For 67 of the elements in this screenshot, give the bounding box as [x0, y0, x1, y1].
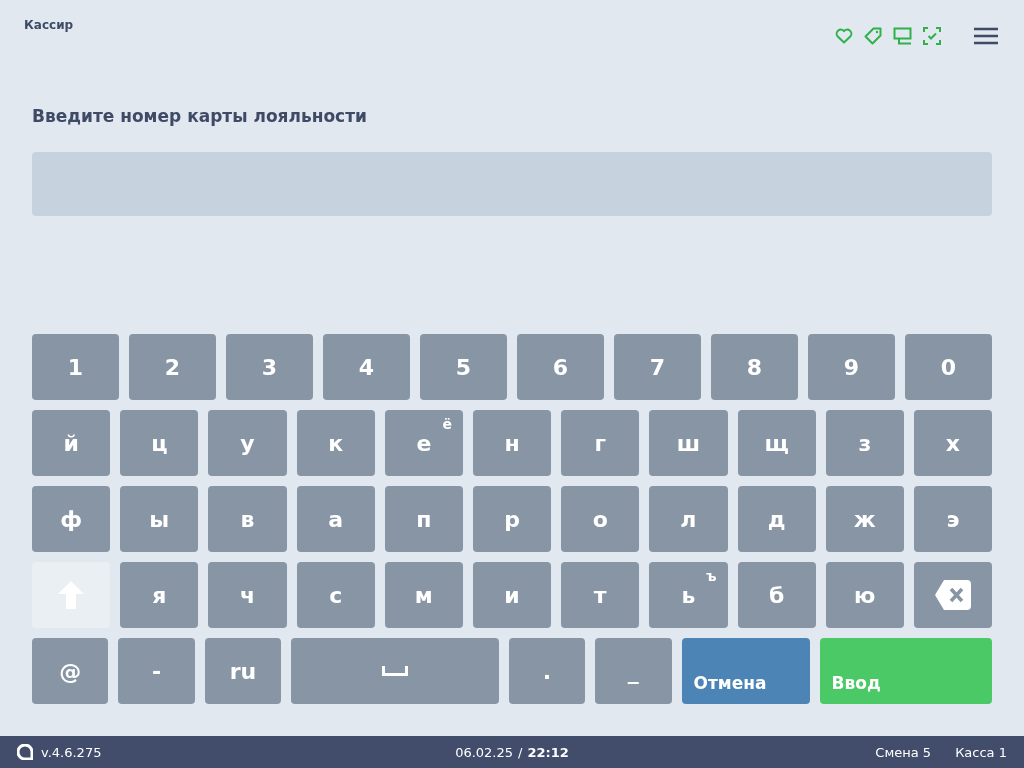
key-button[interactable]: п [384, 486, 463, 552]
heart-icon[interactable] [835, 28, 853, 44]
version-text: v.4.6.275 [41, 744, 102, 760]
prompt-text: Введите номер карты лояльности [32, 105, 368, 127]
key-button[interactable]: 0 [905, 334, 992, 400]
key-button[interactable]: ы [120, 486, 199, 552]
key-button[interactable]: с [296, 562, 375, 628]
key-button[interactable]: а [296, 486, 375, 552]
key-button[interactable]: щ [737, 410, 816, 476]
key-button[interactable]: н [472, 410, 552, 476]
separator-text: / [518, 744, 523, 760]
key-button[interactable]: 7 [614, 334, 701, 400]
key-button[interactable]: л [649, 486, 728, 552]
monitor-icon[interactable] [893, 27, 912, 45]
key-button[interactable]: 8 [711, 334, 798, 400]
space-icon [381, 666, 408, 676]
key-button[interactable]: - [118, 638, 195, 704]
enter-button[interactable]: Ввод [819, 638, 992, 704]
key-button[interactable]: ю [825, 562, 904, 628]
key-button[interactable]: 3 [226, 334, 313, 400]
key-button[interactable]: г [561, 410, 640, 476]
key-button[interactable]: ц [120, 410, 199, 476]
key-button[interactable]: э [913, 486, 993, 552]
key-button[interactable]: ru [204, 638, 282, 704]
key-button[interactable]: 5 [420, 334, 507, 400]
key-button[interactable]: 9 [808, 334, 895, 400]
key-button[interactable]: у [208, 410, 287, 476]
key-button[interactable]: т [561, 562, 640, 628]
scan-check-icon[interactable] [923, 27, 941, 45]
backspace-icon [933, 579, 972, 611]
key-button[interactable]: е ё [384, 410, 463, 476]
key-button[interactable]: 6 [517, 334, 604, 400]
key-button[interactable]: и [472, 562, 552, 628]
backspace-button[interactable] [913, 562, 993, 628]
register-text: Касса 1 [955, 744, 1007, 760]
key-button[interactable]: й [32, 410, 111, 476]
key-button[interactable]: к [296, 410, 375, 476]
key-button[interactable]: ф [32, 486, 111, 552]
key-button[interactable]: ь ъ [649, 562, 728, 628]
shift-text: Смена 5 [875, 744, 932, 760]
time-text: 22:12 [527, 744, 569, 760]
key-button[interactable]: з [825, 410, 904, 476]
date-text: 06.02.25 [455, 744, 514, 760]
key-button[interactable]: ш [649, 410, 728, 476]
key-button[interactable]: б [737, 562, 816, 628]
key-button[interactable]: _ [595, 638, 672, 704]
key-button[interactable]: @ [32, 638, 109, 704]
key-button[interactable]: 2 [129, 334, 216, 400]
key-button[interactable]: я [120, 562, 199, 628]
key-button[interactable]: ч [208, 562, 287, 628]
shift-button[interactable] [32, 562, 111, 628]
tag-icon[interactable] [864, 27, 882, 45]
key-button[interactable]: р [472, 486, 552, 552]
app-title: Кассир [24, 18, 74, 32]
cancel-button[interactable]: Отмена [681, 638, 810, 704]
key-button[interactable]: ж [825, 486, 904, 552]
key-button[interactable]: о [561, 486, 640, 552]
menu-icon[interactable] [974, 27, 998, 45]
key-button[interactable]: . [508, 638, 586, 704]
key-button[interactable]: 4 [323, 334, 410, 400]
key-button[interactable]: х [913, 410, 993, 476]
key-button[interactable]: д [737, 486, 816, 552]
key-button[interactable]: в [208, 486, 287, 552]
key-button[interactable]: 1 [32, 334, 119, 400]
key-button[interactable]: м [384, 562, 463, 628]
logo-icon [17, 744, 33, 760]
card-number-field[interactable] [32, 152, 992, 216]
